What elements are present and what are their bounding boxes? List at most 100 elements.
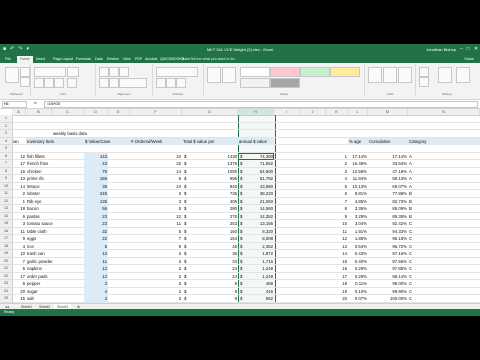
percent-cell[interactable]: 0.54% xyxy=(348,243,368,251)
ordered-cell[interactable]: 3 xyxy=(130,280,182,288)
percent-cell[interactable]: 0.29% xyxy=(348,273,368,281)
cumulative-cell[interactable]: 92.42% xyxy=(368,220,408,228)
total-cell[interactable]: $276 xyxy=(182,213,238,221)
cumulative-cell[interactable]: 99.90% xyxy=(368,288,408,296)
percent-cell[interactable]: 3.04% xyxy=(348,220,368,228)
category-cell[interactable]: C xyxy=(408,280,480,288)
percent-cell[interactable]: 16.49% xyxy=(348,160,368,168)
value-cell[interactable]: 245 xyxy=(84,190,108,198)
index-cell[interactable]: 9 xyxy=(326,213,348,221)
item-cell[interactable]: trash can xyxy=(26,250,84,258)
conditional-formatting-icon[interactable] xyxy=(207,67,221,83)
category-cell[interactable]: C xyxy=(408,273,480,281)
value-cell[interactable]: 5 xyxy=(84,242,108,250)
row-header-1[interactable]: 1 xyxy=(0,115,12,123)
cumulative-cell[interactable]: 33.64% xyxy=(368,160,408,168)
row-header-20[interactable]: 20 xyxy=(0,258,12,265)
cumulative-cell[interactable]: 100.00% xyxy=(368,295,408,303)
row-header-12[interactable]: 12 xyxy=(0,198,12,205)
row-header-19[interactable]: 19 xyxy=(0,250,12,258)
ordered-cell[interactable]: 9 xyxy=(130,243,182,251)
tab-formulas[interactable]: Formulas xyxy=(73,56,94,62)
ordered-cell[interactable]: 12 xyxy=(130,213,182,221)
total-cell[interactable]: $160 xyxy=(182,228,238,236)
item-cell[interactable]: bacon xyxy=(26,205,84,213)
ordered-cell[interactable]: 11 xyxy=(130,220,182,228)
percent-cell[interactable]: 3.36% xyxy=(348,205,368,213)
category-cell[interactable]: C xyxy=(408,250,480,258)
annual-cell[interactable]: $1,248 xyxy=(238,273,274,281)
ordered-cell[interactable]: 3 xyxy=(130,258,182,266)
header-rank[interactable]: ian xyxy=(12,138,26,146)
style-check-cell[interactable] xyxy=(270,78,300,88)
index-cell[interactable]: 7 xyxy=(326,198,348,206)
cumulative-cell[interactable]: 47.19% xyxy=(368,168,408,176)
row-header-3[interactable]: 3 xyxy=(0,130,12,138)
align-left-icon[interactable] xyxy=(99,78,109,88)
rank-cell[interactable]: 20 xyxy=(12,288,26,296)
item-cell[interactable]: lettuce xyxy=(26,183,84,191)
comma-icon[interactable] xyxy=(176,78,186,88)
category-cell[interactable]: C xyxy=(408,295,480,303)
annual-cell[interactable]: $468 xyxy=(238,280,274,288)
rank-cell[interactable]: 3 xyxy=(12,220,26,228)
cumulative-cell[interactable]: 96.18% xyxy=(368,235,408,243)
sheet-title[interactable]: weekly basis data xyxy=(52,130,108,138)
header-cumulative[interactable]: Cumulative xyxy=(368,137,408,145)
total-cell[interactable]: $33 xyxy=(182,258,238,266)
total-cell[interactable]: $36 xyxy=(182,250,238,258)
rank-cell[interactable]: 4 xyxy=(12,243,26,251)
fill-color-icon[interactable] xyxy=(67,78,77,88)
annual-cell[interactable]: $8,008 xyxy=(238,235,274,243)
index-cell[interactable]: 11 xyxy=(326,228,348,236)
font-name-select[interactable] xyxy=(34,67,66,77)
category-cell[interactable]: C xyxy=(408,258,480,266)
value-cell[interactable]: 43 xyxy=(84,160,108,168)
merge-center-icon[interactable] xyxy=(119,78,147,88)
total-cell[interactable]: $1050 xyxy=(182,168,238,176)
rank-cell[interactable]: 10 xyxy=(12,250,26,258)
delete-cells-icon[interactable] xyxy=(383,67,397,83)
percent-cell[interactable]: 8.81% xyxy=(348,190,368,198)
index-cell[interactable]: 6 xyxy=(326,190,348,198)
ordered-cell[interactable]: 3 xyxy=(130,190,182,198)
cumulative-cell[interactable]: 17.14% xyxy=(368,153,408,161)
annual-cell[interactable]: $1,248 xyxy=(238,265,274,273)
annual-cell[interactable]: $552 xyxy=(238,295,274,303)
align-center-icon[interactable] xyxy=(109,78,119,88)
header-value[interactable]: $ Value/Case xyxy=(84,137,130,145)
active-cell[interactable] xyxy=(238,152,274,160)
total-cell[interactable]: $253 xyxy=(182,220,238,228)
total-cell[interactable]: $154 xyxy=(182,235,238,243)
tell-me-box[interactable]: Tell me what you want to do... xyxy=(190,57,237,61)
percent-cell[interactable]: 17.14% xyxy=(348,153,368,161)
format-cells-icon[interactable] xyxy=(398,67,412,83)
percent-cell[interactable]: 4.85% xyxy=(348,198,368,206)
annual-cell[interactable]: $51,792 xyxy=(238,175,274,183)
value-cell[interactable]: 75 xyxy=(84,167,108,175)
style-calculation[interactable] xyxy=(240,78,270,88)
index-cell[interactable]: 2 xyxy=(326,160,348,168)
item-cell[interactable]: rice xyxy=(26,243,84,251)
rank-cell[interactable]: 7 xyxy=(12,258,26,266)
row-header-15[interactable]: 15 xyxy=(0,220,12,228)
index-cell[interactable]: 15 xyxy=(326,258,348,266)
category-cell[interactable]: C xyxy=(408,265,480,273)
annual-cell[interactable]: $54,600 xyxy=(238,168,274,176)
ordered-cell[interactable]: 7 xyxy=(130,235,182,243)
cumulative-cell[interactable]: 82.73% xyxy=(368,198,408,206)
percent-cell[interactable]: 3.29% xyxy=(348,213,368,221)
value-cell[interactable]: 4 xyxy=(84,287,108,295)
cumulative-cell[interactable]: 98.14% xyxy=(368,273,408,281)
index-cell[interactable]: 1 xyxy=(326,153,348,161)
value-cell[interactable]: 35 xyxy=(84,182,108,190)
total-cell[interactable]: $1376 xyxy=(182,160,238,168)
total-cell[interactable]: $405 xyxy=(182,198,238,206)
percent-icon[interactable] xyxy=(166,78,176,88)
annual-cell[interactable]: $14,352 xyxy=(238,213,274,221)
percent-cell[interactable]: 10.13% xyxy=(348,183,368,191)
category-cell[interactable]: B xyxy=(408,198,480,206)
ordered-cell[interactable]: 3 xyxy=(130,198,182,206)
index-cell[interactable]: 12 xyxy=(326,235,348,243)
tab-file[interactable]: File xyxy=(2,56,14,62)
